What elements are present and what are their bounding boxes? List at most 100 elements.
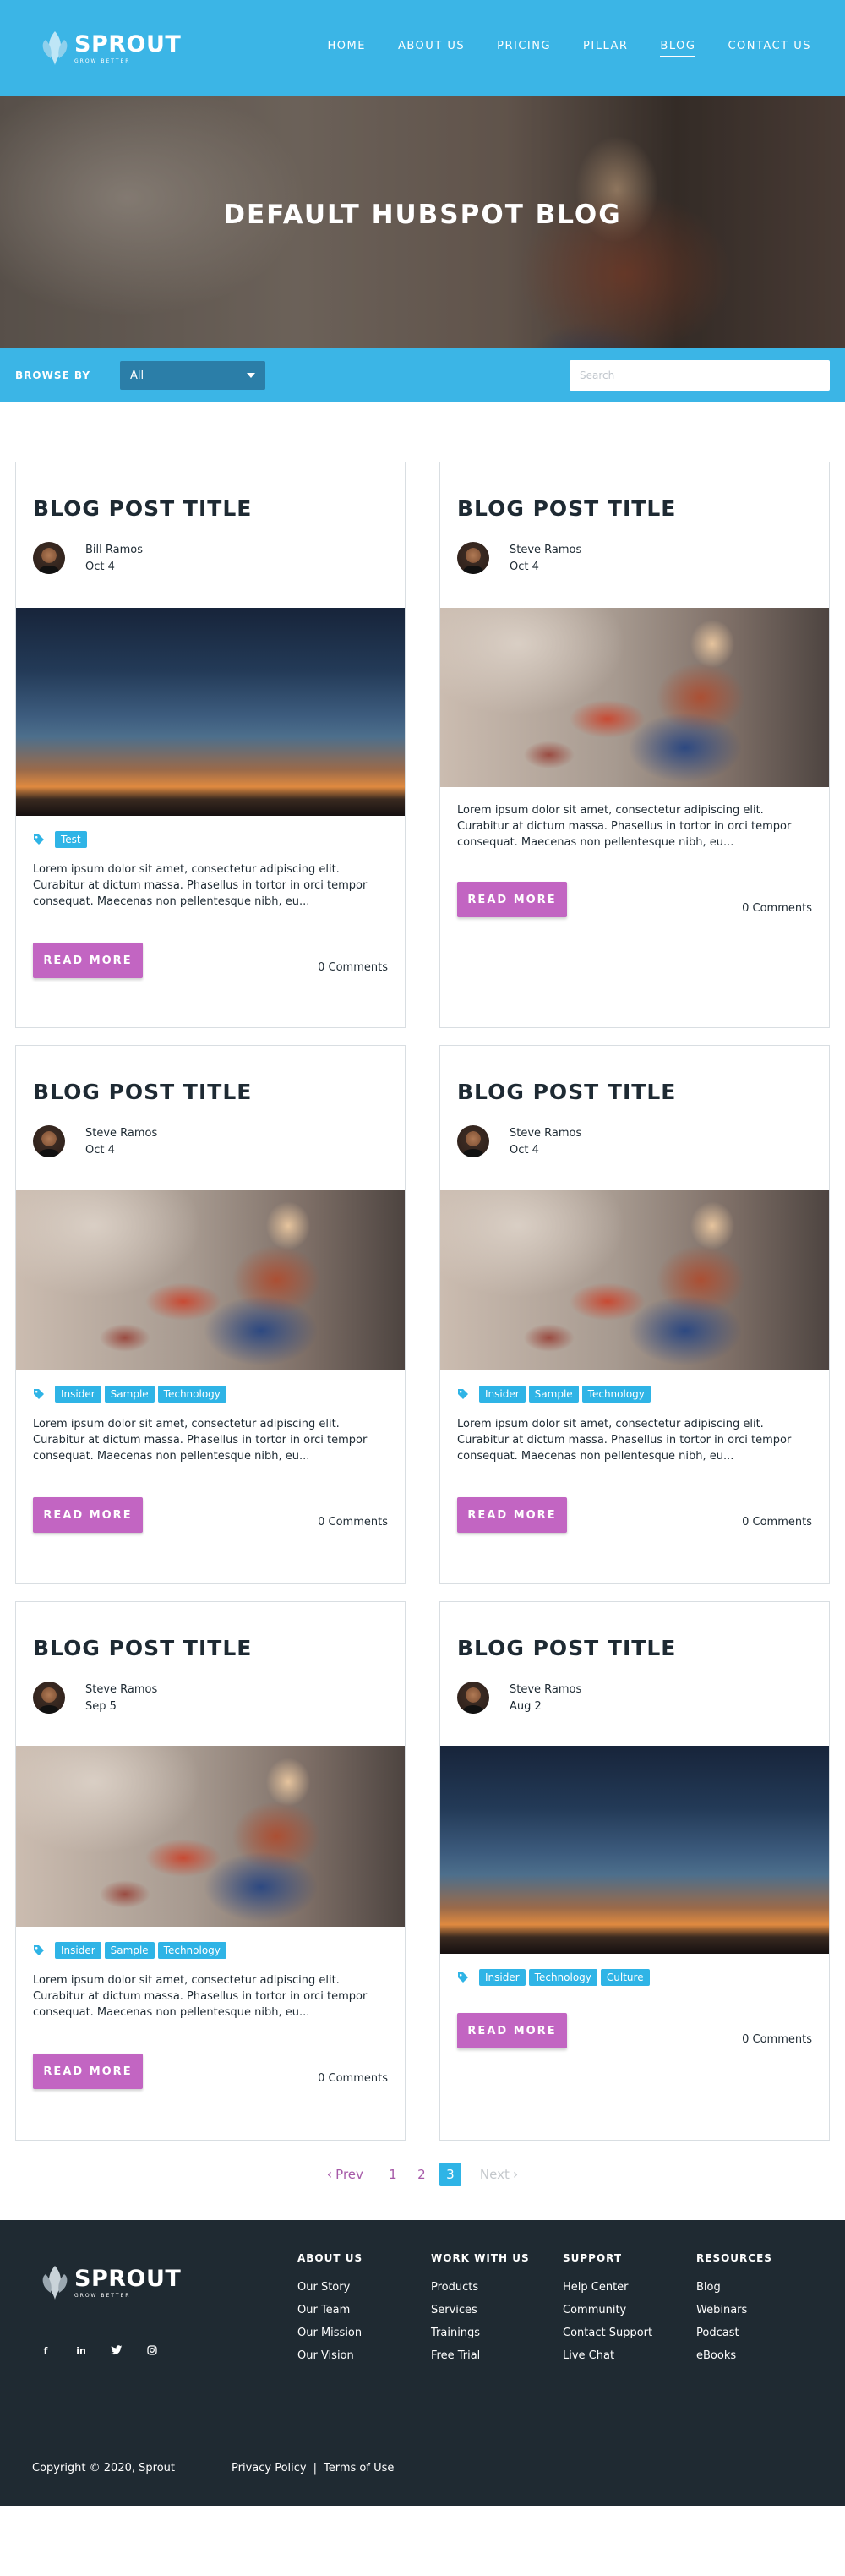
post-author[interactable]: Steve Ramos — [85, 1127, 157, 1140]
post-card: BLOG POST TITLE Steve Ramos Aug 2 Inside… — [439, 1601, 830, 2141]
footer-column-heading: SUPPORT — [563, 2252, 623, 2264]
footer-link[interactable]: Trainings — [431, 2327, 530, 2339]
footer-link[interactable]: Our Story — [297, 2281, 363, 2294]
tag-icon — [34, 834, 44, 845]
footer-link[interactable]: Webinars — [696, 2304, 772, 2316]
footer-logo[interactable]: SPROUT GROW BETTER — [41, 2264, 181, 2301]
tag-badge[interactable]: Insider — [55, 1942, 101, 1959]
post-author[interactable]: Steve Ramos — [510, 1683, 581, 1696]
post-featured-image[interactable] — [16, 608, 405, 816]
post-title[interactable]: BLOG POST TITLE — [33, 1080, 252, 1104]
footer-link[interactable]: Community — [563, 2304, 652, 2316]
sprout-logo[interactable]: SPROUT GROW BETTER — [41, 30, 181, 67]
post-title[interactable]: BLOG POST TITLE — [457, 1080, 676, 1104]
tag-badge[interactable]: Insider — [55, 1386, 101, 1403]
post-title[interactable]: BLOG POST TITLE — [457, 496, 676, 521]
footer-link[interactable]: Our Vision — [297, 2349, 363, 2362]
footer-link[interactable]: Live Chat — [563, 2349, 652, 2362]
nav-contact-us[interactable]: CONTACT US — [728, 40, 811, 57]
footer-link[interactable]: Products — [431, 2281, 530, 2294]
post-author[interactable]: Steve Ramos — [85, 1683, 157, 1696]
post-author[interactable]: Steve Ramos — [510, 544, 581, 556]
topic-select-value: All — [130, 369, 144, 382]
footer-link[interactable]: Contact Support — [563, 2327, 652, 2339]
comment-count[interactable]: 0 Comments — [318, 1516, 388, 1529]
nav-home[interactable]: HOME — [327, 40, 365, 57]
tag-badge[interactable]: Technology — [528, 1969, 597, 1986]
comment-count[interactable]: 0 Comments — [318, 2072, 388, 2085]
footer-link[interactable]: Blog — [696, 2281, 772, 2294]
nav-pillar[interactable]: PILLAR — [583, 40, 628, 57]
footer-link[interactable]: Podcast — [696, 2327, 772, 2339]
twitter-icon[interactable] — [110, 2344, 123, 2357]
footer-link[interactable]: Our Team — [297, 2304, 363, 2316]
post-featured-image[interactable] — [440, 1746, 829, 1954]
read-more-button[interactable]: READ MORE — [33, 943, 143, 978]
linkedin-icon[interactable]: in — [74, 2344, 88, 2357]
tag-badge[interactable]: Insider — [479, 1969, 526, 1986]
facebook-icon[interactable]: f — [39, 2344, 52, 2357]
social-links: f in — [39, 2344, 159, 2357]
post-featured-image[interactable] — [440, 1190, 829, 1370]
footer-link[interactable]: Services — [431, 2304, 530, 2316]
read-more-button[interactable]: READ MORE — [457, 1497, 567, 1533]
prev-page-link[interactable]: ‹ Prev — [327, 2167, 363, 2182]
topic-select[interactable]: All — [120, 361, 265, 390]
post-author[interactable]: Bill Ramos — [85, 544, 143, 556]
footer-link[interactable]: eBooks — [696, 2349, 772, 2362]
read-more-button[interactable]: READ MORE — [33, 2054, 143, 2089]
footer-column-about: ABOUT US Our Story Our Team Our Mission … — [297, 2252, 363, 2372]
post-tags: Insider Sample Technology — [33, 1942, 226, 1959]
comment-count[interactable]: 0 Comments — [742, 902, 812, 915]
tag-badge[interactable]: Sample — [528, 1386, 579, 1403]
chevron-left-icon: ‹ — [326, 2166, 333, 2182]
tag-badge[interactable]: Sample — [104, 1942, 155, 1959]
post-featured-image[interactable] — [16, 1746, 405, 1927]
nav-blog[interactable]: BLOG — [660, 40, 696, 57]
footer-link[interactable]: Our Mission — [297, 2327, 363, 2339]
page-link-2[interactable]: 2 — [411, 2163, 433, 2186]
author-avatar — [33, 1125, 65, 1157]
comment-count[interactable]: 0 Comments — [742, 2033, 812, 2046]
nav-pricing[interactable]: PRICING — [497, 40, 551, 57]
post-title[interactable]: BLOG POST TITLE — [33, 1636, 252, 1660]
tag-badge[interactable]: Technology — [581, 1386, 651, 1403]
tag-badge[interactable]: Sample — [104, 1386, 155, 1403]
post-author[interactable]: Steve Ramos — [510, 1127, 581, 1140]
post-card: BLOG POST TITLE Bill Ramos Oct 4 Test Lo… — [15, 462, 406, 1028]
footer-link[interactable]: Help Center — [563, 2281, 652, 2294]
tag-badge[interactable]: Technology — [157, 1386, 226, 1403]
tag-badge[interactable]: Insider — [479, 1386, 526, 1403]
page-link-current[interactable]: 3 — [439, 2163, 461, 2186]
post-featured-image[interactable] — [440, 608, 829, 787]
tag-badge[interactable]: Technology — [157, 1942, 226, 1959]
tag-badge[interactable]: Test — [55, 831, 87, 848]
post-date: Oct 4 — [85, 1144, 115, 1157]
instagram-icon[interactable] — [145, 2344, 159, 2357]
footer-column-heading: WORK WITH US — [431, 2252, 530, 2264]
comment-count[interactable]: 0 Comments — [742, 1516, 812, 1529]
terms-of-use-link[interactable]: Terms of Use — [324, 2462, 394, 2475]
search-input[interactable] — [570, 360, 830, 391]
footer-column-resources: RESOURCES Blog Webinars Podcast eBooks — [696, 2252, 772, 2372]
post-featured-image[interactable] — [16, 1190, 405, 1370]
read-more-button[interactable]: READ MORE — [33, 1497, 143, 1533]
post-card: BLOG POST TITLE Steve Ramos Oct 4 Inside… — [15, 1045, 406, 1584]
post-title[interactable]: BLOG POST TITLE — [457, 1636, 676, 1660]
post-date: Oct 4 — [510, 561, 539, 573]
leaf-logo-icon — [42, 31, 68, 65]
post-excerpt: Lorem ipsum dolor sit amet, consectetur … — [457, 1418, 792, 1463]
comment-count[interactable]: 0 Comments — [318, 961, 388, 974]
post-excerpt: Lorem ipsum dolor sit amet, consectetur … — [33, 863, 368, 908]
nav-about-us[interactable]: ABOUT US — [398, 40, 465, 57]
footer-link[interactable]: Free Trial — [431, 2349, 530, 2362]
post-listing: BLOG POST TITLE Bill Ramos Oct 4 Test Lo… — [0, 402, 845, 2220]
read-more-button[interactable]: READ MORE — [457, 2013, 567, 2048]
next-label: Next — [479, 2167, 510, 2182]
read-more-button[interactable]: READ MORE — [457, 882, 567, 917]
privacy-policy-link[interactable]: Privacy Policy — [232, 2462, 307, 2475]
tag-badge[interactable]: Culture — [600, 1969, 650, 1986]
copyright-text: Copyright © 2020, Sprout — [32, 2462, 175, 2475]
page-link-1[interactable]: 1 — [382, 2163, 404, 2186]
post-title[interactable]: BLOG POST TITLE — [33, 496, 252, 521]
